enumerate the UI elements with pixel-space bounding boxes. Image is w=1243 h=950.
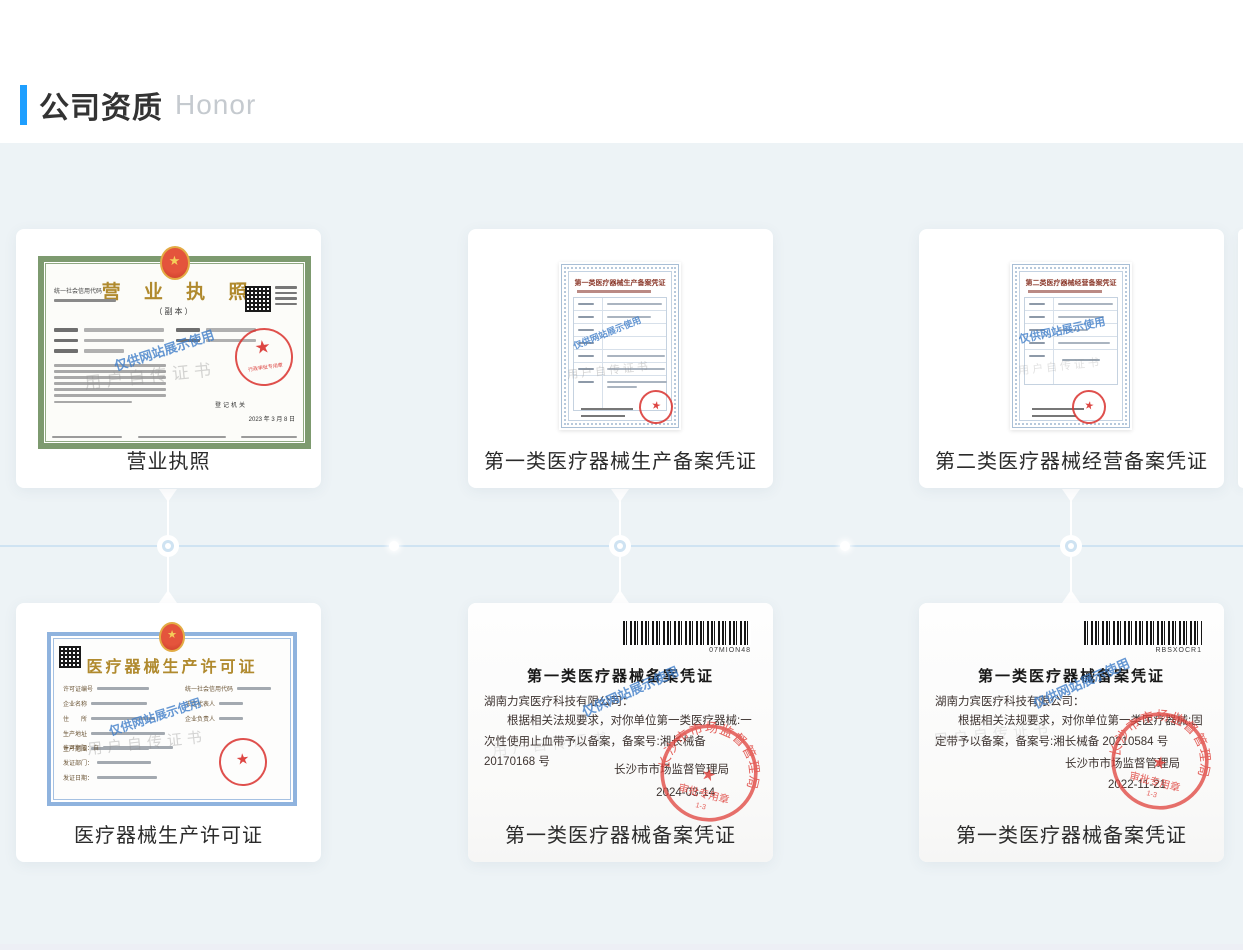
production-license-image: ★ 医疗器械生产许可证 许可证编号 企业名称 住 所 生产地址 生产范围 统一社…	[47, 632, 297, 806]
official-seal-icon: ★ 行政审批专用章	[231, 324, 297, 390]
qualification-card-device-filing-1[interactable]: 07MION48 第一类医疗器械备案凭证 湖南力宾医疗科技有限公司： 根据相关法…	[468, 603, 773, 862]
registrar-label: 登记机关	[215, 400, 247, 409]
qr-code-icon	[245, 286, 271, 312]
filing-number-line	[1028, 290, 1102, 293]
timeline-dot	[840, 541, 850, 551]
next-card-peek[interactable]	[1238, 229, 1243, 488]
timeline-dot	[389, 541, 399, 551]
filing-certificate-image: 第二类医疗器械经营备案凭证 ★ 仅供网站展示使用 用户自传证书	[1010, 262, 1132, 430]
national-emblem-icon: ★	[159, 622, 185, 652]
business-scope-text	[54, 364, 166, 407]
license-footer-text	[52, 436, 297, 439]
document-title: 第一类医疗器械备案凭证	[919, 665, 1224, 686]
certificate-title: 医疗器械生产许可证	[51, 653, 293, 677]
card-caption: 第一类医疗器械生产备案凭证	[468, 445, 773, 474]
certificate-table	[1024, 297, 1118, 385]
qualification-card-production-license[interactable]: ★ 医疗器械生产许可证 许可证编号 企业名称 住 所 生产地址 生产范围 统一社…	[16, 603, 321, 862]
business-license-image: ★ 营 业 执 照 （副本） 统一社会信用代码 ★ 行政审批专用章 登记机关	[38, 256, 311, 449]
card-caption: 营业执照	[16, 445, 321, 474]
connector-arrow-top	[611, 489, 629, 502]
filing-department-line	[581, 408, 633, 411]
card-caption: 第二类医疗器械经营备案凭证	[919, 445, 1224, 474]
barcode-icon	[1084, 621, 1202, 645]
company-name: 湖南力宾医疗科技有限公司：	[935, 693, 1085, 709]
national-emblem-icon: ★	[160, 246, 190, 280]
license-fields-right: 统一社会信用代码 法定代表人 企业负责人	[185, 684, 293, 729]
qr-code-icon	[59, 646, 81, 668]
qualification-card-business-license[interactable]: ★ 营 业 执 照 （副本） 统一社会信用代码 ★ 行政审批专用章 登记机关	[16, 229, 321, 488]
section-title: 公司资质	[39, 83, 163, 127]
credit-code-label: 统一社会信用代码	[54, 288, 116, 302]
svg-text:1-3: 1-3	[695, 800, 707, 811]
card-caption: 第一类医疗器械备案凭证	[919, 819, 1224, 848]
svg-text:1-3: 1-3	[1146, 788, 1158, 799]
filing-date-line	[581, 415, 625, 418]
qualification-card-production-filing[interactable]: 第一类医疗器械生产备案凭证 ★ 仅供网站展示使用 用户自传证书 第一类医疗器械生…	[468, 229, 773, 488]
license-fields	[54, 328, 164, 360]
connector-arrow-top	[159, 489, 177, 502]
timeline-node	[1060, 535, 1082, 557]
svg-text:★: ★	[1150, 752, 1169, 774]
certificate-title: 第一类医疗器械生产备案凭证	[559, 278, 681, 288]
certificate-title: 第二类医疗器械经营备案凭证	[1010, 278, 1132, 288]
timeline-node	[157, 535, 179, 557]
issue-date: 2023 年 3 月 8 日	[249, 414, 295, 423]
company-name: 湖南力宾医疗科技有限公司：	[484, 693, 634, 709]
connector-arrow-top	[1062, 489, 1080, 502]
barcode-code: RBSXOCR1	[1155, 647, 1202, 654]
next-section-edge	[0, 944, 1243, 950]
barcode-code: 07MION48	[709, 647, 751, 654]
document-title: 第一类医疗器械备案凭证	[468, 665, 773, 686]
qr-side-text	[275, 286, 297, 308]
filing-date-line	[1032, 415, 1076, 418]
section-subtitle: Honor	[175, 89, 256, 121]
qualification-card-operation-filing[interactable]: 第二类医疗器械经营备案凭证 ★ 仅供网站展示使用 用户自传证书 第二类医疗器械经…	[919, 229, 1224, 488]
timeline-node	[609, 535, 631, 557]
connector-arrow-bottom	[159, 590, 177, 603]
filing-certificate-image: 第一类医疗器械生产备案凭证 ★ 仅供网站展示使用 用户自传证书	[559, 262, 681, 430]
section-header: 公司资质 Honor	[20, 82, 256, 128]
filing-number-line	[577, 290, 651, 293]
connector-arrow-bottom	[1062, 590, 1080, 603]
qualification-card-device-filing-2[interactable]: RBSXOCR1 第一类医疗器械备案凭证 湖南力宾医疗科技有限公司： 根据相关法…	[919, 603, 1224, 862]
card-caption: 医疗器械生产许可证	[16, 819, 321, 848]
barcode-icon	[623, 621, 751, 645]
connector-arrow-bottom	[611, 590, 629, 603]
svg-text:★: ★	[699, 764, 718, 786]
title-accent-bar	[20, 85, 27, 125]
